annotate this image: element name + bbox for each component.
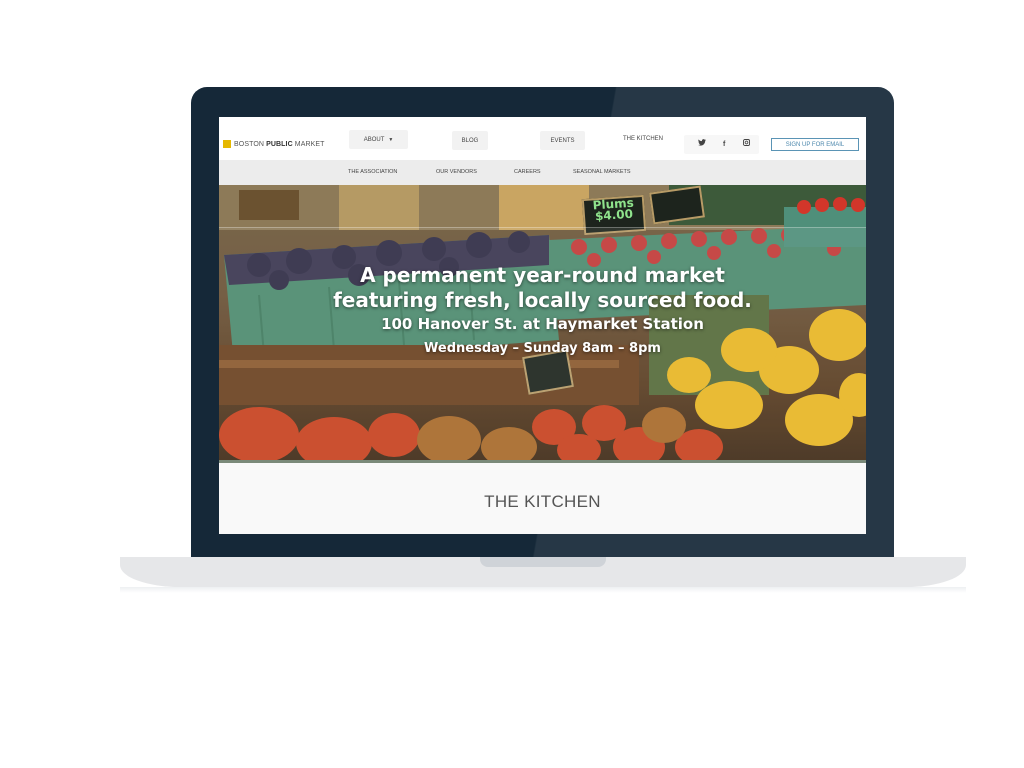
hero-headline: A permanent year-round market featuring … bbox=[219, 263, 866, 313]
laptop-screen: BOSTON PUBLIC MARKET ABOUT ▼ BLOG EVENTS … bbox=[219, 117, 866, 534]
nav-about[interactable]: ABOUT ▼ bbox=[349, 130, 408, 149]
hero-address: 100 Hanover St. at Haymarket Station bbox=[381, 315, 704, 333]
nav-blog[interactable]: BLOG bbox=[452, 131, 488, 150]
subnav-item-careers[interactable]: CAREERS bbox=[514, 169, 541, 175]
logo-mark-icon bbox=[223, 140, 231, 148]
nav-blog-label: BLOG bbox=[461, 137, 479, 144]
kitchen-section: THE KITCHEN bbox=[219, 463, 866, 534]
chevron-down-icon: ▼ bbox=[388, 136, 394, 143]
subnav-item-vendors[interactable]: OUR VENDORS bbox=[436, 169, 477, 175]
subnav-item-association[interactable]: THE ASSOCIATION bbox=[348, 169, 397, 175]
site-logo[interactable]: BOSTON PUBLIC MARKET bbox=[223, 140, 325, 148]
top-navigation: BOSTON PUBLIC MARKET ABOUT ▼ BLOG EVENTS … bbox=[219, 117, 866, 160]
logo-prefix: BOSTON bbox=[234, 140, 267, 148]
sign-up-label: SIGN UP FOR EMAIL bbox=[785, 141, 845, 148]
hero-headline-line1: A permanent year-round market bbox=[360, 263, 725, 287]
laptop-notch bbox=[480, 557, 606, 567]
nav-the-kitchen[interactable]: THE KITCHEN bbox=[623, 136, 663, 142]
nav-events-label: EVENTS bbox=[550, 137, 575, 144]
logo-text: BOSTON PUBLIC MARKET bbox=[234, 141, 325, 148]
logo-bold: PUBLIC bbox=[266, 140, 293, 148]
logo-suffix: MARKET bbox=[292, 140, 325, 148]
laptop-shadow bbox=[120, 587, 966, 593]
sign-up-email-button[interactable]: SIGN UP FOR EMAIL bbox=[771, 138, 859, 151]
hero-banner: Plums $4.00 A permanent year-round marke… bbox=[219, 185, 866, 463]
section-title: THE KITCHEN bbox=[484, 492, 601, 511]
instagram-icon[interactable] bbox=[743, 139, 750, 150]
social-links: f bbox=[684, 135, 759, 154]
laptop-base bbox=[120, 557, 966, 587]
nav-events[interactable]: EVENTS bbox=[540, 131, 585, 150]
sub-navigation: THE ASSOCIATION OUR VENDORS CAREERS SEAS… bbox=[219, 160, 866, 185]
hero-headline-line2: featuring fresh, locally sourced food. bbox=[333, 288, 752, 312]
nav-about-label: ABOUT bbox=[363, 136, 385, 143]
hero-hours: Wednesday – Sunday 8am – 8pm bbox=[424, 341, 661, 356]
subnav-item-seasonal-markets[interactable]: SEASONAL MARKETS bbox=[573, 169, 631, 175]
facebook-icon[interactable]: f bbox=[723, 139, 725, 150]
twitter-icon[interactable] bbox=[698, 139, 706, 150]
